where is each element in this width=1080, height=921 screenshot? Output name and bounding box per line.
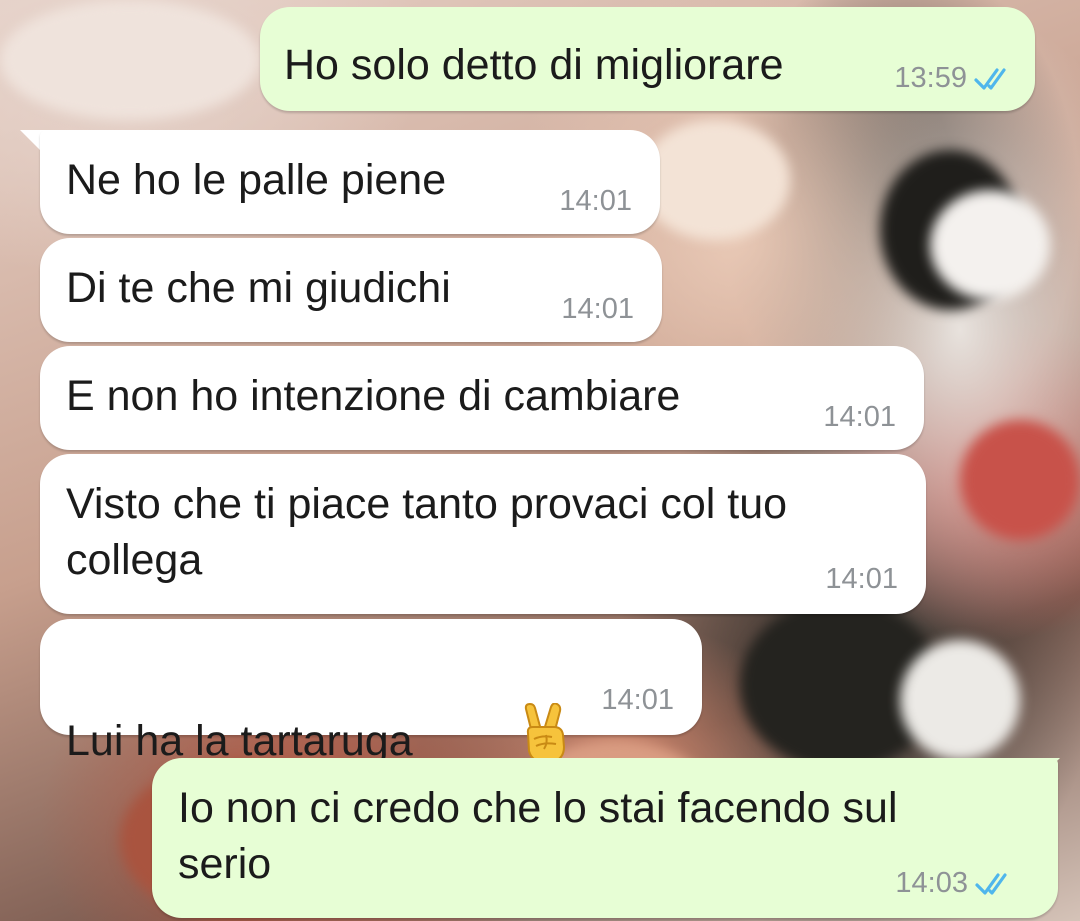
message-time: 14:03	[895, 867, 968, 899]
message-meta: 13:59	[894, 62, 1015, 95]
message-text: E non ho intenzione di cambiare	[66, 372, 681, 420]
message-meta: 14:01	[601, 684, 674, 717]
incoming-message-bubble[interactable]: Di te che mi giudichi 14:01	[40, 238, 662, 342]
message-text: Visto che ti piace tanto provaci col tuo…	[66, 480, 788, 584]
incoming-message-bubble[interactable]: Lui ha la tartaruga 14:01	[40, 619, 702, 765]
incoming-message-bubble[interactable]: Visto che ti piace tanto provaci col tuo…	[40, 454, 926, 614]
message-meta: 14:01	[561, 293, 634, 326]
message-text: Io non ci credo che lo stai facendo sul …	[178, 784, 898, 888]
outgoing-message-bubble[interactable]: Ho solo detto di migliorare 13:59	[260, 7, 1035, 111]
message-meta: 14:01	[825, 563, 898, 596]
message-list[interactable]: Ho solo detto di migliorare 13:59 Ne ho …	[0, 0, 1080, 921]
outgoing-message-bubble[interactable]: Io non ci credo che lo stai facendo sul …	[152, 758, 1058, 918]
message-meta: 14:01	[559, 185, 632, 218]
message-time: 14:01	[561, 293, 634, 325]
message-text: Ne ho le palle piene	[66, 156, 447, 204]
message-meta: 14:01	[823, 401, 896, 434]
read-receipt-icon	[974, 871, 1016, 897]
message-time: 14:01	[825, 563, 898, 595]
message-meta: 14:03	[895, 867, 1016, 900]
message-time: 13:59	[894, 62, 967, 94]
message-text: Di te che mi giudichi	[66, 264, 451, 312]
message-time: 14:01	[559, 185, 632, 217]
message-text: Ho solo detto di migliorare	[284, 41, 784, 89]
message-time: 14:01	[823, 401, 896, 433]
incoming-message-bubble[interactable]: E non ho intenzione di cambiare 14:01	[40, 346, 924, 450]
incoming-message-bubble[interactable]: Ne ho le palle piene 14:01	[40, 130, 660, 234]
read-receipt-icon	[973, 66, 1015, 92]
message-time: 14:01	[601, 684, 674, 716]
